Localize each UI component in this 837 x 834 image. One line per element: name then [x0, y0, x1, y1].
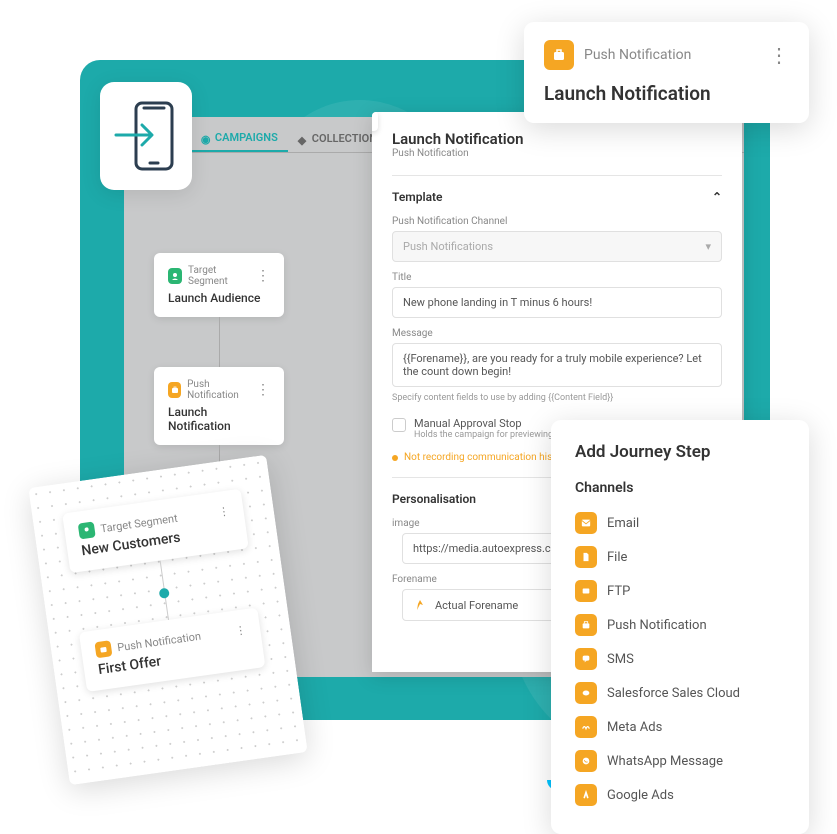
journey-node-target-segment[interactable]: Target Segment ⋮ Launch Audience — [154, 253, 284, 317]
meta-icon — [575, 716, 597, 738]
target-icon — [168, 268, 182, 284]
card-menu-icon[interactable]: ⋮ — [769, 43, 789, 67]
section-header-template[interactable]: Template ⌃ — [392, 190, 722, 204]
channel-label: Push Notification Channel — [392, 216, 722, 227]
notification-title: Launch Notification — [544, 82, 789, 105]
target-icon — [78, 521, 96, 539]
channel-ftp[interactable]: FTP — [575, 574, 785, 608]
person-icon — [413, 598, 427, 612]
megaphone-icon: ◉ — [201, 133, 211, 143]
node-menu-icon[interactable]: ⋮ — [256, 382, 270, 398]
notification-preview-card: Push Notification ⋮ Launch Notification — [524, 22, 809, 123]
channels-label: Channels — [575, 480, 785, 496]
title-input[interactable]: New phone landing in T minus 6 hours! — [392, 287, 722, 318]
push-icon — [94, 640, 112, 658]
email-icon — [575, 512, 597, 534]
push-icon — [168, 382, 181, 398]
channel-sms[interactable]: SMS — [575, 642, 785, 676]
channel-google-ads[interactable]: Google Ads — [575, 778, 785, 812]
whatsapp-icon — [575, 750, 597, 772]
channel-meta[interactable]: Meta Ads — [575, 710, 785, 744]
config-title: Launch Notification — [392, 130, 722, 148]
config-subtitle: Push Notification — [392, 148, 722, 159]
connector-dot — [159, 588, 170, 599]
manual-approval-checkbox[interactable] — [392, 418, 406, 432]
sms-icon — [575, 648, 597, 670]
node-title: Launch Audience — [168, 291, 270, 305]
node-menu-icon[interactable]: ⋮ — [234, 623, 247, 637]
node-type: Target Segment — [188, 265, 250, 287]
journey-preview-rotated: Target Segment ⋮ New Customers Push Noti… — [28, 455, 307, 785]
content-field-hint: Specify content fields to use by adding … — [392, 393, 722, 403]
channel-email[interactable]: Email — [575, 506, 785, 540]
add-step-title: Add Journey Step — [575, 442, 785, 462]
expand-panel-button[interactable]: ⇤ — [372, 112, 378, 131]
channel-file[interactable]: File — [575, 540, 785, 574]
journey-node-target-segment[interactable]: Target Segment ⋮ New Customers — [62, 489, 249, 573]
push-notification-icon — [544, 40, 574, 70]
channel-select[interactable]: Push Notifications ▾ — [392, 231, 722, 262]
node-menu-icon[interactable]: ⋮ — [218, 504, 231, 518]
cube-icon: ◆ — [298, 134, 308, 144]
node-menu-icon[interactable]: ⋮ — [256, 268, 270, 284]
phone-icon-card — [100, 82, 192, 190]
tab-campaigns[interactable]: ◉CAMPAIGNS — [191, 125, 288, 152]
message-input[interactable]: {{Forename}}, are you ready for a truly … — [392, 343, 722, 387]
add-journey-step-panel: Add Journey Step Channels Email File FTP… — [551, 420, 809, 834]
connector-line — [219, 317, 220, 367]
notification-type: Push Notification — [584, 47, 759, 63]
status-dot-icon — [392, 455, 398, 461]
title-label: Title — [392, 272, 722, 283]
journey-node-push-notification[interactable]: Push Notification ⋮ First Offer — [79, 607, 266, 691]
channel-whatsapp[interactable]: WhatsApp Message — [575, 744, 785, 778]
chevron-up-icon: ⌃ — [712, 190, 722, 204]
journey-node-push-notification[interactable]: Push Notification ⋮ Launch Notification — [154, 367, 284, 445]
file-icon — [575, 546, 597, 568]
channel-push[interactable]: Push Notification — [575, 608, 785, 642]
node-title: Launch Notification — [168, 405, 270, 433]
salesforce-icon — [575, 682, 597, 704]
message-label: Message — [392, 328, 722, 339]
ftp-icon — [575, 580, 597, 602]
node-type: Push Notification — [187, 379, 250, 401]
google-ads-icon — [575, 784, 597, 806]
push-icon — [575, 614, 597, 636]
chevron-down-icon: ▾ — [705, 240, 711, 253]
phone-arrow-icon — [114, 97, 178, 175]
channel-salesforce[interactable]: Salesforce Sales Cloud — [575, 676, 785, 710]
